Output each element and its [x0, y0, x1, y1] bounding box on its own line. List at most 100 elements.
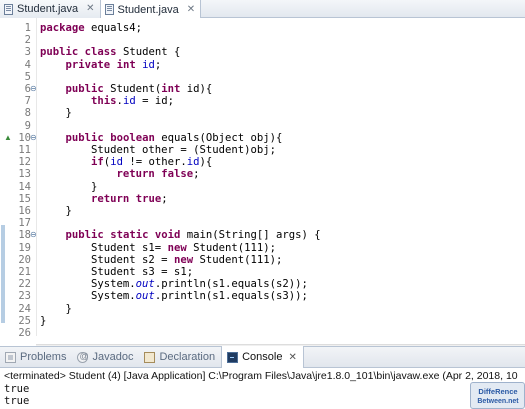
code-token: equals(Object obj){ — [154, 131, 283, 144]
line-number: 25 — [18, 314, 31, 327]
code-text: return false; — [40, 168, 200, 180]
code-line[interactable]: 15 return true; — [0, 193, 525, 205]
close-tab-icon[interactable]: ✕ — [288, 352, 296, 363]
code-line[interactable]: 20 Student s2 = new Student(111); — [0, 254, 525, 266]
line-number: 15 — [18, 192, 31, 205]
code-token: Student(111); — [193, 253, 283, 266]
field-token: out — [135, 290, 155, 303]
code-text: this.id = id; — [40, 95, 174, 107]
code-line[interactable]: 4 private int id; — [0, 59, 525, 71]
line-number: 21 — [18, 266, 31, 278]
editor-tab-student-java[interactable]: Student.java ✕ — [100, 0, 202, 19]
keyword-token: public — [65, 229, 104, 242]
panel-tab-console[interactable]: Console ✕ — [221, 346, 304, 368]
code-token: Student(111); — [186, 241, 276, 254]
code-line[interactable]: 7 this.id = id; — [0, 95, 525, 107]
code-line[interactable]: 5 — [0, 71, 525, 83]
panel-tab-declaration[interactable]: Declaration — [139, 346, 221, 368]
line-number: 6 — [24, 83, 31, 95]
code-line[interactable]: 24 } — [0, 303, 525, 315]
code-line[interactable]: 21 Student s3 = s1; — [0, 266, 525, 278]
svg-text:DiffeRence: DiffeRence — [478, 387, 517, 396]
keyword-token: void — [154, 229, 181, 242]
code-token: = id; — [135, 95, 174, 108]
panel-tab-label: Javadoc — [92, 351, 134, 363]
code-line[interactable]: 22 System.out.println(s1.equals(s2)); — [0, 278, 525, 290]
code-token: System. — [40, 278, 136, 291]
line-number: 5 — [24, 70, 31, 83]
code-token: main(String[] args) { — [180, 229, 321, 242]
line-number: 14 — [18, 180, 31, 193]
code-line[interactable]: 9 — [0, 120, 525, 132]
code-line[interactable]: 17 — [0, 217, 525, 229]
close-tab-icon[interactable]: ✕ — [187, 4, 195, 15]
keyword-token: true — [135, 192, 162, 205]
keyword-token: false — [161, 168, 194, 181]
code-editor[interactable]: ◀ 1package equals4;23public class Studen… — [0, 18, 525, 354]
panel-tab-label: Declaration — [159, 351, 216, 363]
code-text: public Student(int id){ — [40, 83, 213, 95]
console-status-line: <terminated> Student (4) [Java Applicati… — [4, 370, 518, 382]
keyword-token: new — [173, 253, 194, 266]
line-number: 24 — [18, 302, 31, 315]
code-token: id){ — [180, 83, 213, 95]
code-token: Student( — [103, 83, 162, 95]
code-text: public boolean equals(Object obj){ — [40, 131, 283, 144]
code-line[interactable]: 14 } — [0, 181, 525, 193]
panel-tab-problems[interactable]: Problems — [0, 346, 72, 368]
code-token: System. — [40, 290, 136, 303]
keyword-token: return — [91, 192, 130, 205]
editor-tab-student-java[interactable]: Student.java ✕ — [0, 0, 101, 18]
keyword-token: boolean — [110, 131, 155, 144]
code-line[interactable]: 23 System.out.println(s1.equals(s3)); — [0, 290, 525, 302]
code-text: System.out.println(s1.equals(s3)); — [40, 290, 308, 302]
editor-tab-bar: Student.java ✕ Student.java ✕ — [0, 0, 525, 19]
line-number: 10 — [18, 131, 31, 144]
code-line[interactable]: 2 — [0, 34, 525, 46]
code-line[interactable]: 6 ⊖ public Student(int id){ — [0, 83, 525, 95]
line-number: 23 — [18, 290, 31, 303]
code-line[interactable]: ▲ 10 ⊖ public boolean equals(Object obj){ — [0, 132, 525, 144]
code-token: Student other = (Student)obj; — [40, 144, 276, 156]
line-number: 18 — [18, 229, 31, 242]
fold-toggle-icon[interactable]: ⊖ — [30, 132, 37, 144]
code-line[interactable]: 1 package equals4; — [0, 22, 525, 34]
code-token: Student s1= — [40, 241, 168, 254]
code-line[interactable]: 13 return false; — [0, 168, 525, 180]
code-line[interactable]: 11 Student other = (Student)obj; — [0, 144, 525, 156]
keyword-token: static — [110, 229, 149, 242]
code-text: } — [40, 315, 46, 327]
line-number: 22 — [18, 278, 31, 291]
code-line[interactable]: 8 } — [0, 107, 525, 119]
line-number: 20 — [18, 253, 31, 266]
line-number: 19 — [18, 241, 31, 254]
java-file-icon — [4, 3, 13, 15]
fold-toggle-icon[interactable]: ⊖ — [30, 83, 37, 95]
watermark-logo: DiffeRence Between.net — [470, 382, 525, 409]
code-token: .println(s1.equals(s3)); — [154, 290, 308, 303]
svg-text:Between.net: Between.net — [477, 398, 519, 405]
keyword-token: package — [40, 22, 85, 34]
code-line[interactable]: 19 Student s1= new Student(111); — [0, 242, 525, 254]
keyword-token: private — [65, 58, 111, 71]
close-tab-icon[interactable]: ✕ — [86, 4, 94, 14]
code-line[interactable]: 18 ⊖ public static void main(String[] arg… — [0, 229, 525, 241]
line-number: 13 — [18, 168, 31, 181]
line-number: 4 — [24, 58, 31, 71]
code-line[interactable]: 3 public class Student { — [0, 46, 525, 58]
code-line[interactable]: 26 — [0, 327, 525, 339]
line-number: 7 — [24, 95, 31, 108]
code-line[interactable]: 25} — [0, 315, 525, 327]
code-line[interactable]: 16 } — [0, 205, 525, 217]
keyword-token: this — [91, 95, 117, 108]
code-text: return true; — [40, 193, 168, 205]
console-view: <terminated> Student (4) [Java Applicati… — [0, 368, 525, 409]
panel-tab-javadoc[interactable]: Javadoc — [72, 346, 139, 368]
code-line[interactable]: 12 if(id != other.id){ — [0, 156, 525, 168]
line-number: 26 — [18, 327, 31, 339]
fold-toggle-icon[interactable]: ⊖ — [30, 229, 37, 241]
field-token: id — [142, 58, 155, 71]
code-text: System.out.println(s1.equals(s2)); — [40, 278, 308, 290]
